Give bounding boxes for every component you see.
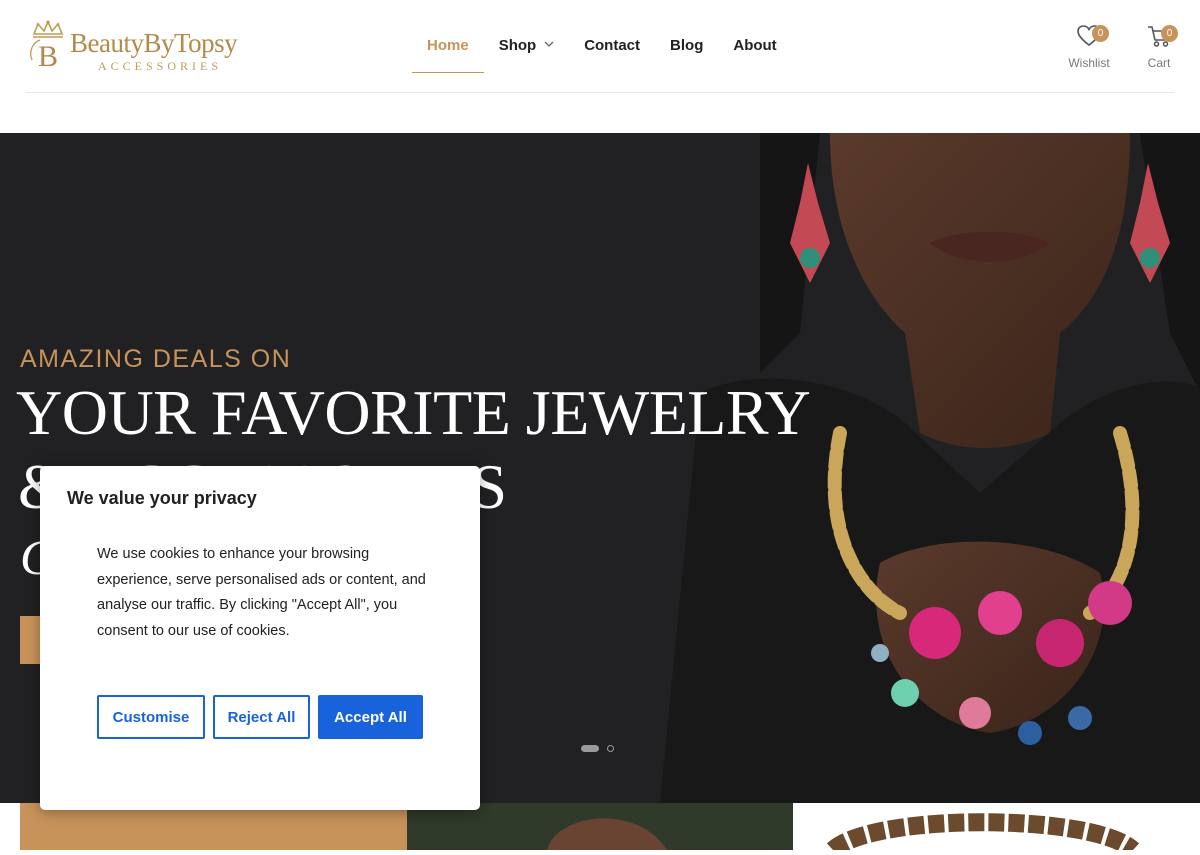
cart-label: Cart xyxy=(1147,56,1171,70)
category-tile[interactable] xyxy=(20,803,407,850)
crown-monogram-icon: B xyxy=(30,20,64,72)
nav-item-shop[interactable]: Shop xyxy=(484,18,570,73)
reject-all-button[interactable]: Reject All xyxy=(213,695,310,739)
main-nav: Home Shop Contact Blog About xyxy=(412,18,792,73)
nav-item-label: Contact xyxy=(584,37,641,54)
wishlist-count-badge: 0 xyxy=(1092,25,1109,42)
nav-item-label: About xyxy=(733,37,777,54)
category-tile-image xyxy=(406,803,793,850)
logo-text: BeautyByTopsy xyxy=(70,28,238,58)
nav-item-about[interactable]: About xyxy=(718,18,791,73)
slider-pagination xyxy=(581,745,614,752)
header-divider xyxy=(26,92,1174,93)
nav-item-contact[interactable]: Contact xyxy=(569,18,655,73)
site-header: B BeautyByTopsy ACCESSORIES Home Shop Co… xyxy=(0,0,1200,133)
wishlist-button[interactable]: 0 Wishlist xyxy=(1066,24,1112,70)
logo-tagline: ACCESSORIES xyxy=(98,59,223,73)
cart-button[interactable]: 0 Cart xyxy=(1142,24,1178,70)
logo[interactable]: B BeautyByTopsy ACCESSORIES xyxy=(26,18,248,74)
hero-title: YOUR FAVORITE JEWELRY xyxy=(16,377,811,448)
cookie-title: We value your privacy xyxy=(67,488,257,508)
bracelet-image xyxy=(826,813,1140,855)
category-tile[interactable] xyxy=(406,803,793,850)
customise-button[interactable]: Customise xyxy=(97,695,205,739)
slider-dot[interactable] xyxy=(607,745,614,752)
nav-item-home[interactable]: Home xyxy=(412,18,484,73)
nav-item-blog[interactable]: Blog xyxy=(655,18,718,73)
chevron-down-icon xyxy=(544,39,554,50)
cookie-consent-dialog: We value your privacy We use cookies to … xyxy=(40,466,480,810)
slider-dot-active[interactable] xyxy=(581,745,599,752)
nav-item-label: Home xyxy=(427,37,469,54)
nav-item-label: Blog xyxy=(670,37,704,54)
accept-all-button[interactable]: Accept All xyxy=(318,695,423,739)
hero-eyebrow: AMAZING DEALS ON xyxy=(20,345,292,373)
category-tiles xyxy=(20,803,1180,855)
nav-item-label: Shop xyxy=(498,37,537,54)
category-tile[interactable] xyxy=(793,803,1180,855)
cart-count-badge: 0 xyxy=(1161,25,1178,42)
svg-text:B: B xyxy=(38,40,58,72)
wishlist-label: Wishlist xyxy=(1068,56,1110,70)
cookie-description: We use cookies to enhance your browsing … xyxy=(97,546,426,639)
